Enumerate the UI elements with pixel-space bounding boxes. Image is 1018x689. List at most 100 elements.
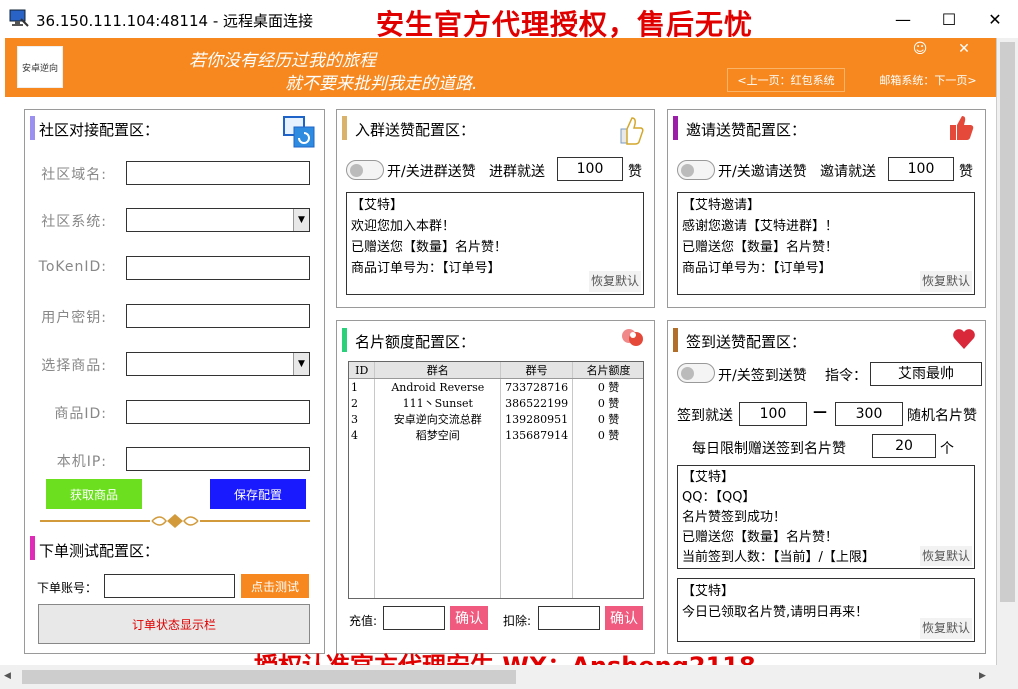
invite-count-prefix: 邀请就送 <box>820 164 876 180</box>
computer-icon <box>9 9 29 27</box>
signin-message-box[interactable]: 【艾特】 QQ：【QQ】 名片赞签到成功！ 已赠送您【数量】名片赞！ 当前签到人… <box>677 465 975 569</box>
message-line: 【艾特】 <box>682 470 735 485</box>
message-line: 【艾特】 <box>351 198 404 213</box>
test-button[interactable]: 点击测试 <box>241 574 309 598</box>
invite-count-input[interactable]: 100 <box>888 157 954 181</box>
ip-input[interactable] <box>126 447 310 471</box>
limit-label: 每日限制赠送签到名片赞 <box>692 441 846 457</box>
column-header[interactable]: ID <box>349 362 376 379</box>
account-input[interactable] <box>104 574 235 598</box>
rdp-titlebar: 36.150.111.104:48114 - 远程桌面连接 安生官方代理授权，售… <box>0 0 1018 41</box>
community-panel: 社区对接配置区： 社区域名: 社区系统: ▼ ToKenID: 用户密钥: 选择… <box>24 109 325 654</box>
section-bar <box>30 116 35 140</box>
close-button[interactable]: ✕ <box>972 0 1018 38</box>
deduct-confirm-button[interactable]: 确认 <box>605 606 643 630</box>
invite-toggle[interactable] <box>677 160 715 180</box>
message-line: 感谢您邀请【艾特进群】！ <box>682 219 839 234</box>
deduct-input[interactable] <box>538 606 600 630</box>
order-test-title: 下单测试配置区： <box>39 542 160 560</box>
skin-icon[interactable]: ☺ <box>906 40 934 58</box>
message-line: 已赠送您【数量】名片赞！ <box>682 530 839 545</box>
join-toggle-label: 开/关进群送赞 <box>387 164 476 180</box>
restore-default-button[interactable]: 恢复默认 <box>588 271 641 292</box>
table-row-empty <box>349 507 643 523</box>
range-label: 签到就送 <box>677 408 733 424</box>
password-label: 用户密钥: <box>41 310 107 326</box>
refresh-icon[interactable] <box>283 116 315 148</box>
invite-message-box[interactable]: 【艾特邀请】 感谢您邀请【艾特进群】！ 已赠送您【数量】名片赞！ 商品订单号为：… <box>677 192 975 295</box>
horizontal-scroll-thumb[interactable] <box>22 670 516 684</box>
table-row[interactable]: 1 Android Reverse 733728716 0 赞 <box>349 378 643 395</box>
prev-page-button[interactable]: <上一页：红包系统 <box>727 68 845 92</box>
product-id-input[interactable] <box>126 400 310 424</box>
slogan-line-1: 若你没有经历过我的旅程 <box>189 51 376 71</box>
slogan-line-2: 就不要来批判我走的道路. <box>285 74 478 94</box>
recharge-input[interactable] <box>383 606 445 630</box>
gift-icon <box>620 326 646 350</box>
quota-table[interactable]: ID 群名 群号 名片额度 1 Android Reverse 733728716 0… <box>348 361 644 599</box>
column-header[interactable]: 群名 <box>374 362 502 379</box>
scroll-left-icon[interactable]: ◀ <box>4 671 11 681</box>
overlay-watermark-top: 安生官方代理授权，售后无忧 <box>376 8 754 41</box>
domain-input[interactable] <box>126 161 310 185</box>
chevron-down-icon[interactable]: ▼ <box>293 209 309 231</box>
save-config-button[interactable]: 保存配置 <box>210 479 306 509</box>
product-id-label: 商品ID: <box>54 406 107 422</box>
table-row[interactable]: 2 111丶Sunset 386522199 0 赞 <box>349 395 643 411</box>
command-label: 指令： <box>825 368 867 384</box>
join-count-input[interactable]: 100 <box>557 157 623 181</box>
get-products-button[interactable]: 获取商品 <box>46 479 142 509</box>
join-count-prefix: 进群就送 <box>489 164 545 180</box>
column-header[interactable]: 名片额度 <box>572 362 643 379</box>
horizontal-scrollbar[interactable]: ◀ ▶ <box>0 665 1018 689</box>
chevron-down-icon[interactable]: ▼ <box>293 353 309 375</box>
table-row-empty <box>349 523 643 539</box>
system-label: 社区系统: <box>41 214 107 230</box>
maximize-button[interactable]: ☐ <box>926 0 972 38</box>
scroll-right-icon[interactable]: ▶ <box>979 671 986 681</box>
app-header: 安卓逆向 若你没有经历过我的旅程 就不要来批判我走的道路. ☺ ✕ <上一页：红… <box>5 38 996 97</box>
message-line: 【艾特】 <box>682 584 735 599</box>
system-select[interactable]: ▼ <box>126 208 310 232</box>
product-select[interactable]: ▼ <box>126 352 310 376</box>
token-label: ToKenID: <box>38 259 107 275</box>
signin-repeat-message-box[interactable]: 【艾特】 今日已领取名片赞,请明日再来！ 恢复默认 <box>677 578 975 642</box>
restore-default-button[interactable]: 恢复默认 <box>919 271 972 292</box>
column-header[interactable]: 群号 <box>500 362 574 379</box>
range-min-input[interactable]: 100 <box>739 402 807 426</box>
signin-toggle[interactable] <box>677 363 715 383</box>
ornament-icon <box>40 512 310 530</box>
table-row-empty <box>349 539 643 555</box>
restore-default-button[interactable]: 恢复默认 <box>919 618 972 639</box>
app-logo: 安卓逆向 <box>17 46 63 88</box>
vertical-scroll-thumb[interactable] <box>1000 42 1015 602</box>
minimize-button[interactable]: — <box>880 0 926 38</box>
account-label: 下单账号： <box>37 581 98 595</box>
app-close-icon[interactable]: ✕ <box>950 40 978 58</box>
table-row[interactable]: 4 稻梦空间 135687914 0 赞 <box>349 427 643 443</box>
invite-panel: 邀请送赞配置区： 开/关邀请送赞 邀请就送 100 赞 【艾特邀请】 感谢您邀请… <box>667 109 986 308</box>
restore-default-button[interactable]: 恢复默认 <box>919 546 972 566</box>
join-message-box[interactable]: 【艾特】 欢迎您加入本群！ 已赠送您【数量】名片赞！ 商品订单号为：【订单号】 … <box>346 192 644 295</box>
recharge-label: 充值: <box>349 614 378 628</box>
vertical-scrollbar[interactable] <box>996 38 1018 665</box>
recharge-confirm-button[interactable]: 确认 <box>450 606 488 630</box>
join-toggle[interactable] <box>346 160 384 180</box>
invite-toggle-label: 开/关邀请送赞 <box>718 164 807 180</box>
window-title: 36.150.111.104:48114 - 远程桌面连接 <box>36 12 314 30</box>
range-dash: — <box>813 404 827 420</box>
message-line: 欢迎您加入本群！ <box>351 219 456 234</box>
app-body: 社区对接配置区： 社区域名: 社区系统: ▼ ToKenID: 用户密钥: 选择… <box>5 97 996 660</box>
table-row[interactable]: 3 安卓逆向交流总群 139280951 0 赞 <box>349 411 643 427</box>
section-bar <box>342 116 347 140</box>
token-input[interactable] <box>126 256 310 280</box>
message-line: 已赠送您【数量】名片赞！ <box>682 240 839 255</box>
range-max-input[interactable]: 300 <box>835 402 903 426</box>
section-bar <box>30 536 35 560</box>
next-page-button[interactable]: 邮箱系统：下一页> <box>871 68 985 92</box>
password-input[interactable] <box>126 304 310 328</box>
limit-input[interactable]: 20 <box>872 434 936 458</box>
join-panel: 入群送赞配置区： 开/关进群送赞 进群就送 100 赞 【艾特】 欢迎您加入本群… <box>336 109 655 308</box>
command-input[interactable]: 艾雨最帅 <box>870 362 982 386</box>
heart-icon <box>952 328 976 350</box>
